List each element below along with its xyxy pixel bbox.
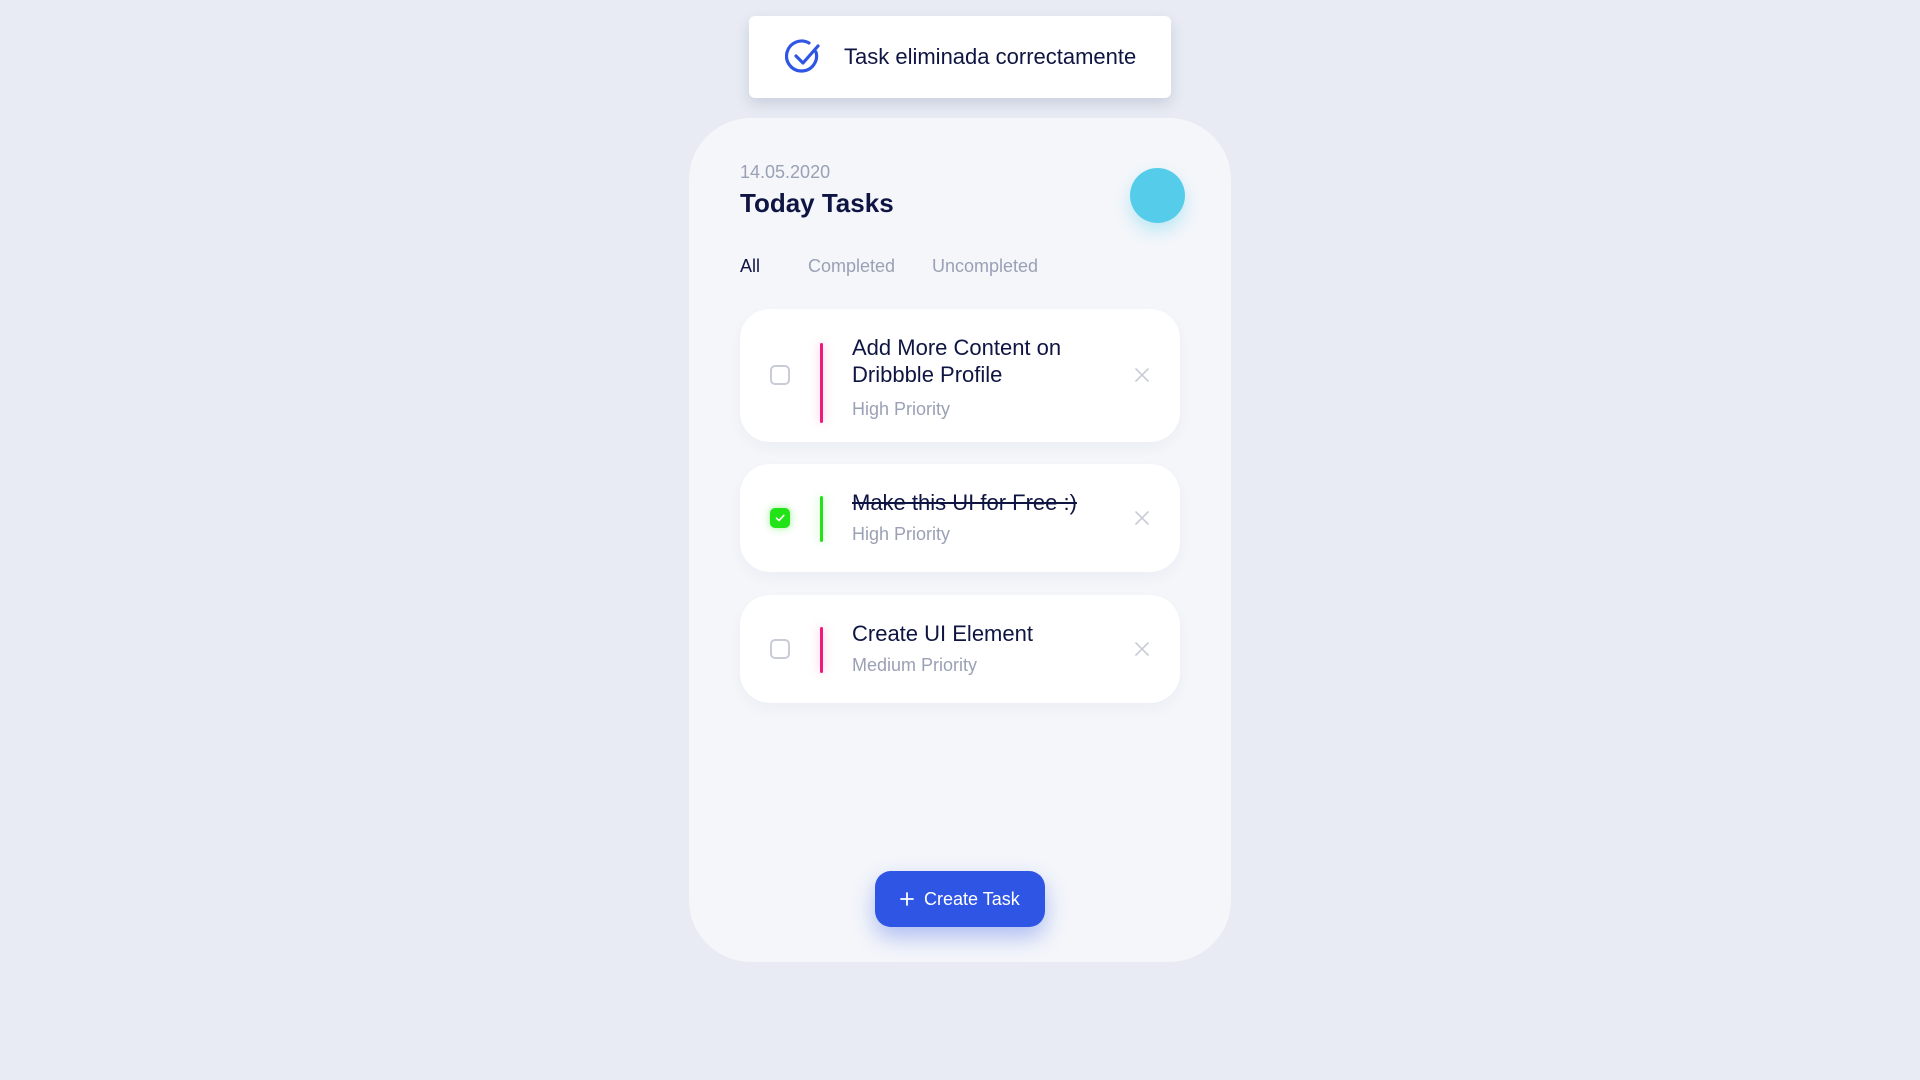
task-checkbox[interactable] — [770, 639, 790, 659]
check-circle-icon — [785, 39, 820, 73]
task-item: Make this UI for Free :) High Priority — [740, 464, 1180, 572]
task-priority: High Priority — [852, 399, 951, 419]
page-title: Today Tasks — [740, 188, 894, 218]
task-checkbox-checked[interactable] — [770, 508, 790, 528]
task-item: Create UI Element Medium Priority — [740, 595, 1180, 703]
task-checkbox[interactable] — [770, 365, 790, 385]
tab-uncompleted[interactable]: Uncompleted — [932, 256, 1038, 277]
tab-completed[interactable]: Completed — [808, 256, 895, 277]
task-priority: Medium Priority — [852, 655, 978, 675]
plus-icon — [900, 892, 914, 906]
toast-message: Task eliminada correctamente — [844, 44, 1137, 69]
avatar[interactable] — [1130, 168, 1185, 223]
task-item: Add More Content on Dribbble Profile Hig… — [740, 309, 1180, 442]
close-icon[interactable] — [1134, 641, 1150, 657]
toast-notification: Task eliminada correctamente — [749, 16, 1171, 98]
create-task-label: Create Task — [924, 889, 1020, 909]
checkmark-icon — [775, 514, 785, 522]
task-priority: High Priority — [852, 524, 951, 544]
close-icon[interactable] — [1134, 510, 1150, 526]
priority-bar — [820, 496, 823, 542]
task-title: Add More Content on Dribbble Profile — [852, 335, 1062, 387]
date-label: 14.05.2020 — [740, 162, 831, 182]
priority-bar — [820, 343, 823, 423]
task-title: Create UI Element — [852, 621, 1033, 646]
close-icon[interactable] — [1134, 367, 1150, 383]
task-title: Make this UI for Free :) — [852, 490, 1077, 515]
priority-bar — [820, 627, 823, 673]
tasks-card: 14.05.2020 Today Tasks All Completed Unc… — [689, 118, 1231, 962]
create-task-button[interactable]: Create Task — [875, 871, 1045, 927]
tab-all[interactable]: All — [740, 256, 760, 277]
